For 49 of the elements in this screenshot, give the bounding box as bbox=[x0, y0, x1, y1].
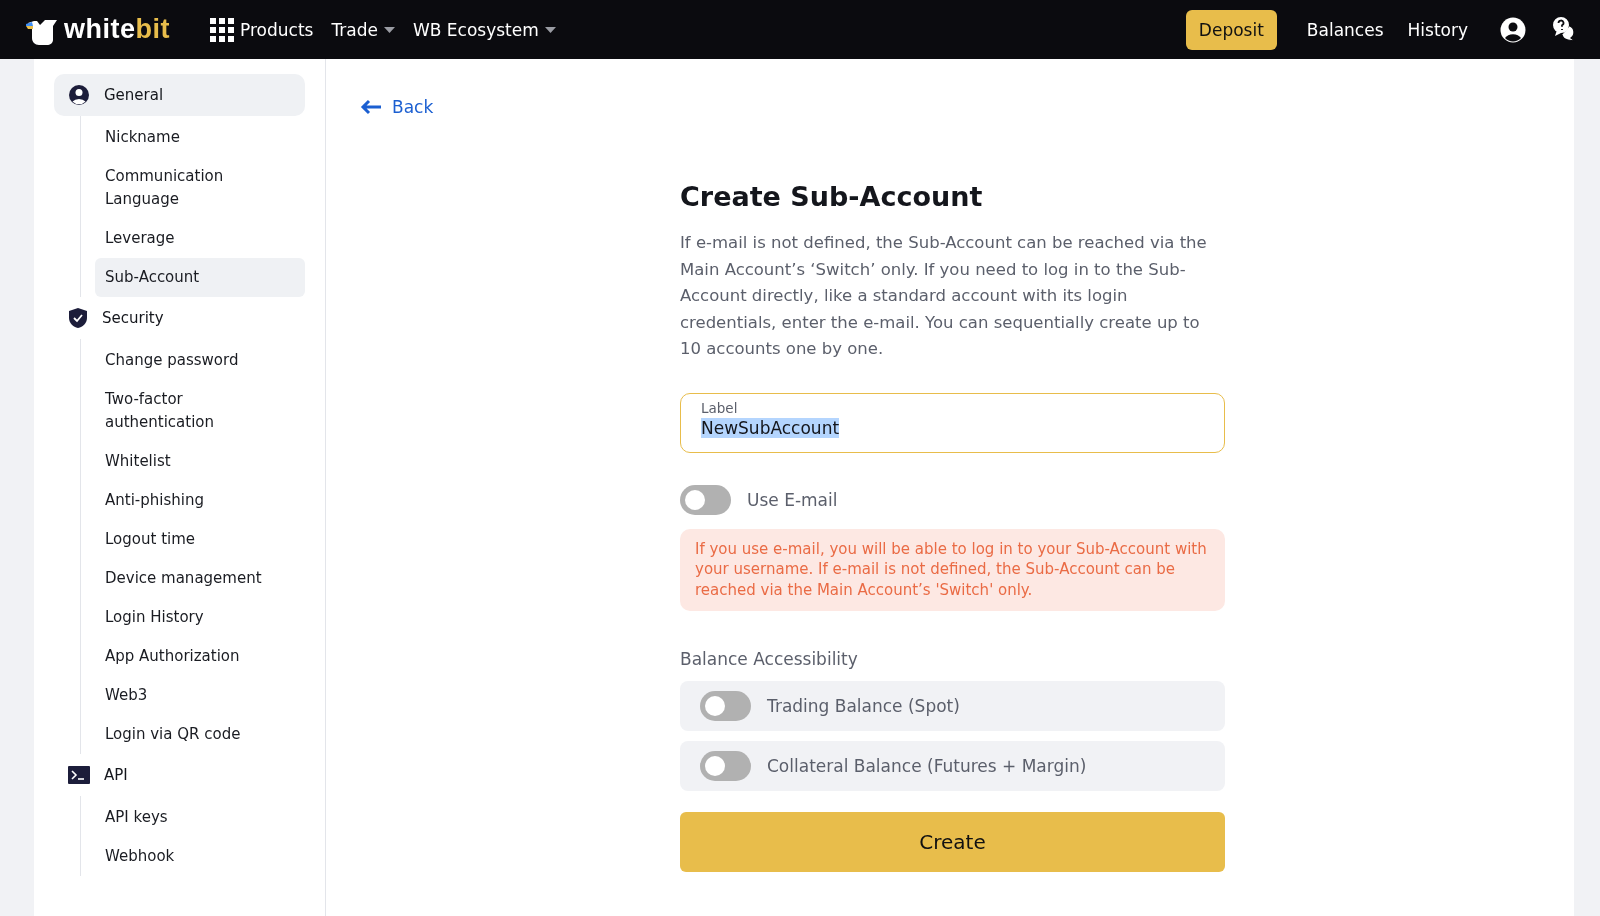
sidebar-item[interactable]: Nickname bbox=[95, 118, 305, 157]
sidebar-item[interactable]: Anti-phishing bbox=[95, 481, 305, 520]
nav-link[interactable]: History bbox=[1407, 19, 1468, 40]
toggle-label: Use E-mail bbox=[747, 489, 838, 510]
sidebar-item[interactable]: Change password bbox=[95, 341, 305, 380]
label-field[interactable]: Label NewSubAccount bbox=[680, 392, 1225, 453]
nav-menu[interactable]: WB Ecosystem bbox=[412, 19, 556, 40]
grid-icon bbox=[210, 17, 234, 42]
sidebar-group[interactable]: Security bbox=[54, 297, 305, 339]
sidebar-item[interactable]: Whitelist bbox=[95, 442, 305, 481]
sidebar-item[interactable]: API keys bbox=[95, 798, 305, 837]
user-icon bbox=[68, 84, 90, 106]
warning-message: If you use e-mail, you will be able to log in to your Sub-Account with your username. If e-mail is not defined, the Sub-Account can be reached via the Main Account’s 'Switch' only. bbox=[680, 528, 1225, 611]
nav-link[interactable]: Balances bbox=[1306, 19, 1384, 40]
caret-icon bbox=[383, 26, 395, 33]
field-label: Label bbox=[701, 399, 739, 416]
toggle-switch[interactable] bbox=[700, 751, 751, 781]
terminal-icon bbox=[68, 766, 90, 784]
sidebar-group[interactable]: API bbox=[54, 754, 305, 796]
sidebar-item[interactable]: Sub-Account bbox=[95, 258, 305, 297]
back-arrow-icon bbox=[360, 99, 382, 115]
caret-icon bbox=[544, 26, 556, 33]
toggle-label: Trading Balance (Spot) bbox=[767, 696, 960, 716]
back-link[interactable]: Back bbox=[360, 97, 434, 117]
nav-menu[interactable]: Trade bbox=[331, 19, 395, 40]
sidebar-item[interactable]: Login History bbox=[95, 598, 305, 637]
account-icon[interactable] bbox=[1500, 16, 1526, 43]
toggle-switch[interactable] bbox=[680, 484, 731, 515]
sidebar-item[interactable]: Two-factor authentication bbox=[95, 380, 235, 442]
toggle-switch[interactable] bbox=[700, 691, 751, 721]
toggle-label: Collateral Balance (Futures + Margin) bbox=[767, 756, 1087, 776]
shield-icon bbox=[68, 307, 88, 329]
page-title: Create Sub-Account bbox=[680, 181, 984, 212]
sidebar-item[interactable]: Communication Language bbox=[95, 157, 235, 219]
sidebar-item[interactable]: App Authorization bbox=[95, 637, 305, 676]
create-button[interactable]: Create bbox=[680, 812, 1225, 872]
description-text: If e-mail is not defined, the Sub-Account can be reached via the Main Account’s ‘Switch’ only. If you need to log in to the Sub-Account directly, like a standard account with its login credentials, enter the e-mail. You can sequentially create up to 10 accounts one by one. bbox=[680, 232, 1208, 360]
sidebar-item[interactable]: Webhook bbox=[95, 837, 305, 876]
field-value: NewSubAccount bbox=[701, 417, 840, 438]
logo-text[interactable]: whitebit bbox=[64, 14, 170, 45]
sidebar-item[interactable]: Login via QR code bbox=[95, 715, 305, 754]
deposit-button[interactable]: Deposit bbox=[1185, 9, 1277, 50]
sidebar-item[interactable]: Leverage bbox=[95, 219, 305, 258]
sidebar-group[interactable]: General bbox=[54, 74, 305, 116]
nav-menu[interactable]: Products bbox=[210, 17, 314, 42]
sidebar-item[interactable]: Logout time bbox=[95, 520, 305, 559]
sidebar-item[interactable]: Web3 bbox=[95, 676, 305, 715]
section-heading: Balance Accessibility bbox=[680, 649, 859, 669]
sidebar-item[interactable]: Device management bbox=[95, 559, 305, 598]
